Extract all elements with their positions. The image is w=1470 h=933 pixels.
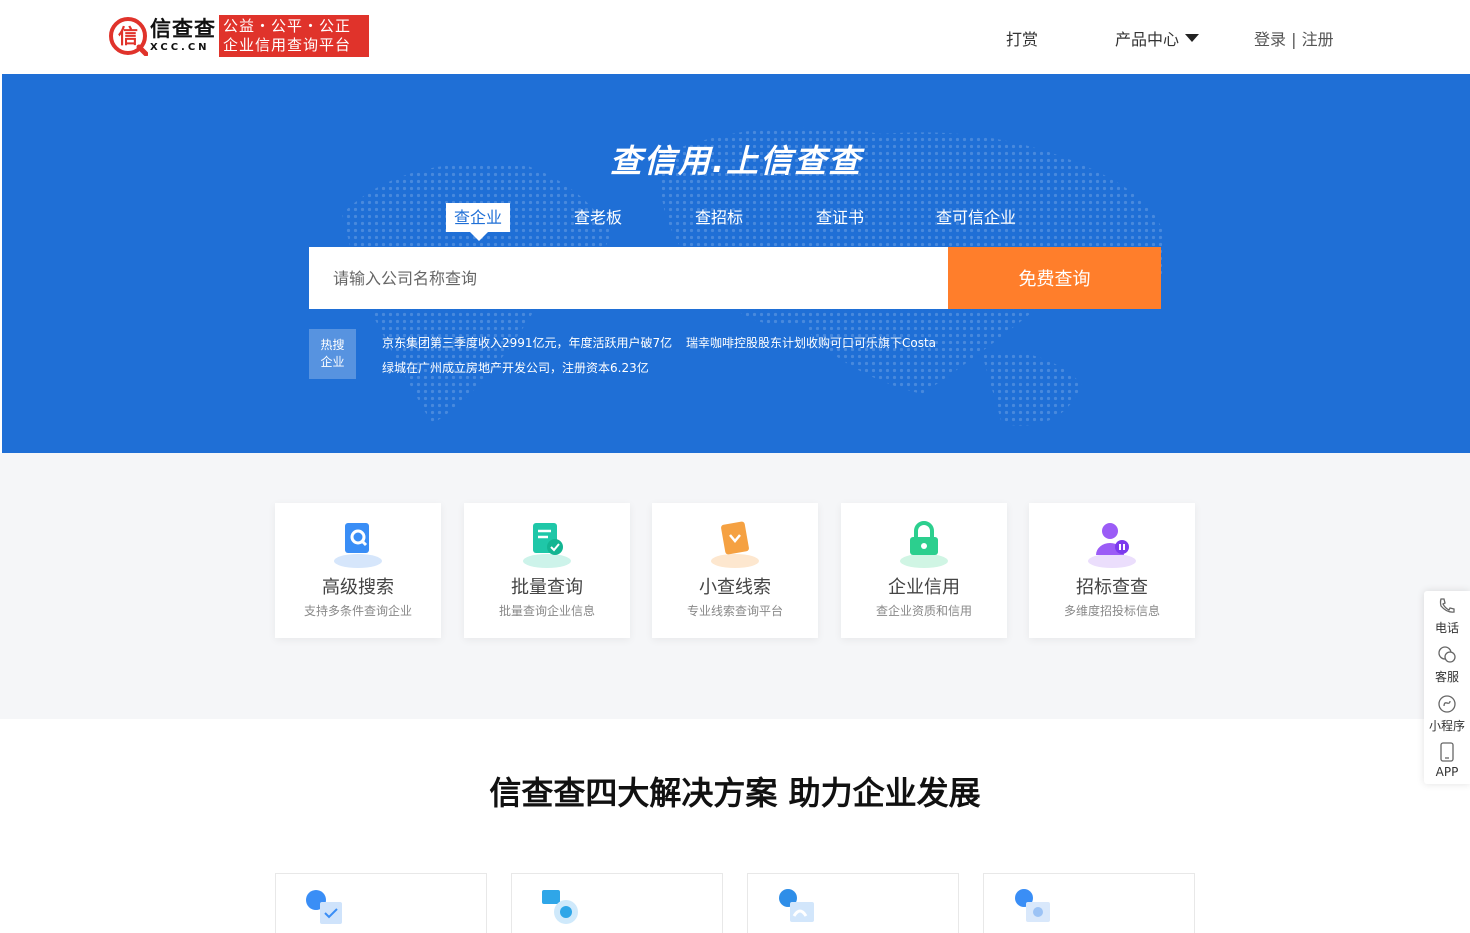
card-title: 企业信用 xyxy=(888,577,960,598)
card-title: 批量查询 xyxy=(511,577,583,598)
mobile-app-icon xyxy=(1440,742,1454,762)
feature-card-bid-search[interactable]: 招标查查 多维度招投标信息 xyxy=(1029,503,1195,638)
hot-search-badge: 热搜 企业 xyxy=(309,329,356,379)
nav-products-label: 产品中心 xyxy=(1115,30,1180,49)
sidebar-phone-label: 电话 xyxy=(1434,621,1459,635)
hero-banner: 查信用.上信查查 查企业 查老板 查招标 查证书 查可信企业 免费查询 热搜 企… xyxy=(2,74,1470,453)
logo-domain: XCC.CN xyxy=(150,42,210,53)
nav-products-dropdown[interactable]: 产品中心 xyxy=(1115,26,1200,50)
tab-certificate[interactable]: 查证书 xyxy=(816,203,864,232)
card-subtitle: 查企业资质和信用 xyxy=(875,604,972,618)
sidebar-mini-program-label: 小程序 xyxy=(1428,719,1465,733)
chat-icon xyxy=(1438,646,1456,663)
logo-mark-icon: 信 xyxy=(108,16,149,57)
solution-card[interactable] xyxy=(747,873,959,933)
sidebar-mini-program[interactable]: 小程序 xyxy=(1424,694,1470,734)
solution-globe-icon xyxy=(1015,889,1050,922)
sidebar-phone[interactable]: 电话 xyxy=(1424,596,1470,636)
side-float-toolbar: 电话 客服 小程序 APP xyxy=(1424,591,1470,784)
caret-down-icon xyxy=(1185,34,1200,42)
login-register-link[interactable]: 登录 | 注册 xyxy=(1254,26,1334,50)
sidebar-app[interactable]: APP xyxy=(1424,742,1470,779)
company-search-input[interactable] xyxy=(309,247,948,309)
card-subtitle: 支持多条件查询企业 xyxy=(303,604,412,618)
svg-text:信: 信 xyxy=(118,24,138,48)
hot-news-link[interactable]: 京东集团第三季度收入2991亿元，年度活跃用户破7亿 xyxy=(382,334,672,351)
credit-lock-icon xyxy=(900,521,948,568)
hot-news-link[interactable]: 绿城在广州成立房地产开发公司，注册资本6.23亿 xyxy=(382,359,649,376)
hot-label-2: 企业 xyxy=(320,355,345,369)
sidebar-service[interactable]: 客服 xyxy=(1424,645,1470,685)
card-subtitle: 多维度招投标信息 xyxy=(1063,604,1160,618)
mini-program-icon xyxy=(1438,695,1456,713)
card-subtitle: 专业线索查询平台 xyxy=(686,604,783,618)
slogan-line-1: 公益・公平・公正 xyxy=(223,17,352,35)
top-header: 信 信查查 XCC.CN 公益・公平・公正 企业信用查询平台 打赏 产品中心 登… xyxy=(0,0,1470,74)
batch-doc-icon xyxy=(523,523,571,568)
sidebar-service-label: 客服 xyxy=(1434,670,1459,684)
tab-company[interactable]: 查企业 xyxy=(446,203,511,241)
free-search-button[interactable]: 免费查询 xyxy=(948,247,1161,309)
search-doc-icon xyxy=(334,523,382,568)
solution-network-icon xyxy=(779,889,814,922)
bid-user-icon xyxy=(1088,523,1136,568)
solution-card[interactable] xyxy=(511,873,723,933)
tab-boss[interactable]: 查老板 xyxy=(574,203,622,232)
card-title: 小查线索 xyxy=(699,577,771,598)
logo-name: 信查查 xyxy=(150,17,216,41)
clue-folder-icon xyxy=(711,521,759,568)
feature-card-batch-query[interactable]: 批量查询 批量查询企业信息 xyxy=(464,503,630,638)
tab-trusted-company[interactable]: 查可信企业 xyxy=(936,203,1016,232)
hero-title: 查信用.上信查查 xyxy=(609,142,863,180)
card-title: 招标查查 xyxy=(1076,577,1148,598)
search-box: 免费查询 xyxy=(309,247,1161,309)
solution-card[interactable] xyxy=(983,873,1195,933)
sidebar-app-label: APP xyxy=(1435,765,1459,779)
solution-cloud-icon xyxy=(542,890,578,924)
hot-label-1: 热搜 xyxy=(320,338,345,352)
feature-card-enterprise-credit[interactable]: 企业信用 查企业资质和信用 xyxy=(841,503,1007,638)
feature-card-advanced-search[interactable]: 高级搜索 支持多条件查询企业 xyxy=(275,503,441,638)
solutions-title: 信查查四大解决方案 助力企业发展 xyxy=(489,774,981,812)
card-subtitle: 批量查询企业信息 xyxy=(498,604,595,618)
feature-card-clue-search[interactable]: 小查线索 专业线索查询平台 xyxy=(652,503,818,638)
site-logo[interactable]: 信 信查查 XCC.CN 公益・公平・公正 企业信用查询平台 xyxy=(108,15,369,57)
logo-text: 信查查 XCC.CN xyxy=(150,17,216,55)
card-title: 高级搜索 xyxy=(322,577,394,598)
solution-card[interactable] xyxy=(275,873,487,933)
tab-bidding[interactable]: 查招标 xyxy=(695,203,743,232)
logo-slogan: 公益・公平・公正 企业信用查询平台 xyxy=(219,15,369,57)
hot-news-link[interactable]: 瑞幸咖啡控股股东计划收购可口可乐旗下Costa xyxy=(686,334,936,351)
solution-chart-icon xyxy=(306,890,342,924)
slogan-line-2: 企业信用查询平台 xyxy=(223,36,352,54)
nav-reward-link[interactable]: 打赏 xyxy=(1006,26,1038,50)
phone-icon xyxy=(1439,598,1455,613)
